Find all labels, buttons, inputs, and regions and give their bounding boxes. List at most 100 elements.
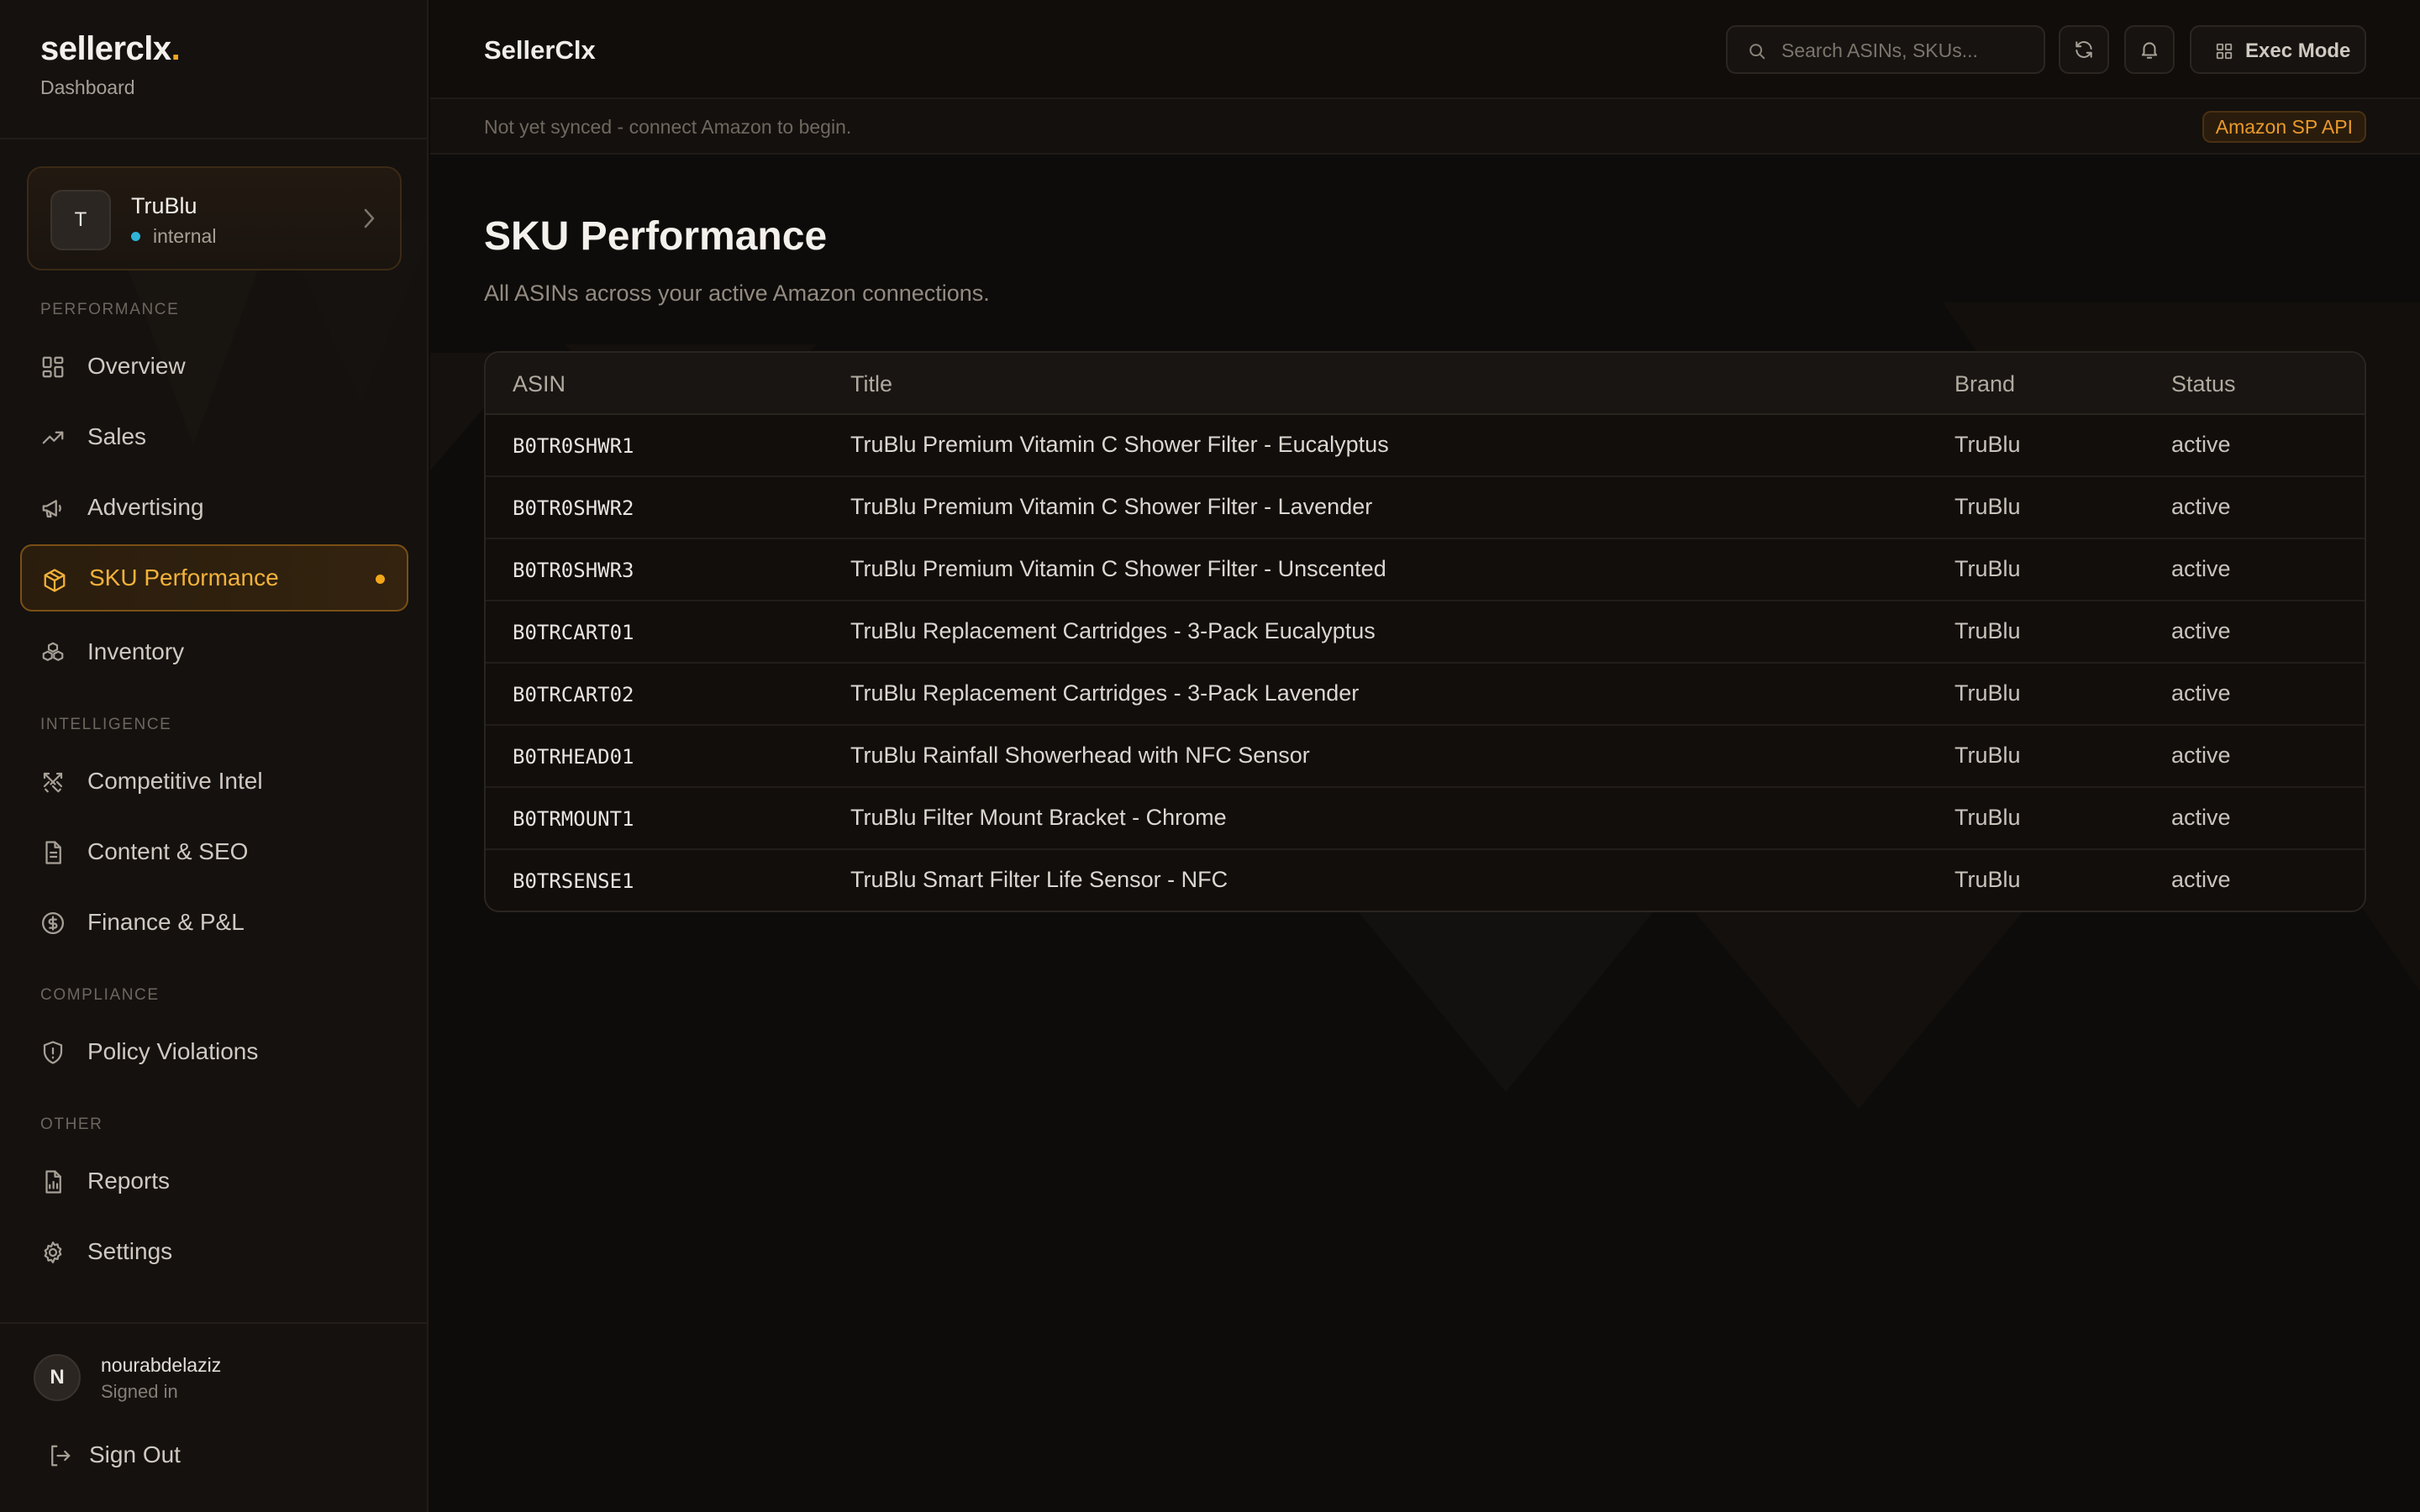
column-header-asin[interactable]: ASIN (513, 371, 566, 397)
org-status-label: internal (153, 225, 217, 247)
brand-logo: sellerclx. (40, 30, 181, 67)
chevron-right-icon (364, 208, 375, 228)
boxes-icon (42, 642, 64, 661)
cell-title: TruBlu Smart Filter Life Sensor - NFC (850, 867, 1228, 892)
cell-status: active (2171, 556, 2231, 581)
column-header-status[interactable]: Status (2171, 371, 2236, 397)
cell-title: TruBlu Rainfall Showerhead with NFC Sens… (850, 743, 1310, 768)
exec-mode-button[interactable]: Exec Mode (2190, 25, 2366, 74)
table-row[interactable]: B0TR0SHWR2 TruBlu Premium Vitamin C Show… (486, 477, 2365, 539)
cell-brand: TruBlu (1954, 680, 2021, 706)
sidebar-divider (0, 138, 427, 139)
table-row[interactable]: B0TR0SHWR3 TruBlu Premium Vitamin C Show… (486, 539, 2365, 601)
app-title: SellerClx (484, 35, 596, 65)
cell-brand: TruBlu (1954, 618, 2021, 643)
cell-status: active (2171, 680, 2231, 706)
cell-brand: TruBlu (1954, 743, 2021, 768)
sku-table: ASIN Title Brand Status B0TR0SHWR1 TruBl… (484, 351, 2366, 912)
cell-status: active (2171, 618, 2231, 643)
cell-brand: TruBlu (1954, 867, 2021, 892)
sidebar-item-content-seo[interactable]: Content & SEO (20, 818, 408, 885)
column-header-brand[interactable]: Brand (1954, 371, 2015, 397)
amazon-sp-api-badge[interactable]: Amazon SP API (2202, 111, 2366, 143)
shield-alert-icon (43, 1041, 63, 1064)
table-row[interactable]: B0TRCART02 TruBlu Replacement Cartridges… (486, 664, 2365, 726)
search-input[interactable] (1781, 34, 2033, 67)
notifications-button[interactable] (2124, 25, 2175, 74)
sidebar-item-reports[interactable]: Reports (20, 1147, 408, 1215)
sidebar-item-label: Finance & P&L (87, 909, 245, 935)
cell-brand: TruBlu (1954, 432, 2021, 457)
main-content: SellerClx Search ASINs, SKUs... Exec Mod… (430, 0, 2420, 1512)
cell-asin: B0TR0SHWR3 (513, 559, 634, 582)
sidebar-item-label: Sales (87, 423, 147, 449)
swords-icon (43, 772, 63, 793)
org-status: internal (131, 225, 216, 248)
sidebar-item-inventory[interactable]: Inventory (20, 618, 408, 685)
document-icon (45, 841, 61, 864)
sidebar-item-advertising[interactable]: Advertising (20, 474, 408, 541)
cell-status: active (2171, 743, 2231, 768)
gear-icon (44, 1242, 62, 1263)
sign-out-button[interactable]: Sign Out (40, 1435, 292, 1475)
sidebar-item-label: Competitive Intel (87, 768, 263, 794)
cell-title: TruBlu Premium Vitamin C Shower Filter -… (850, 432, 1389, 457)
sidebar-item-policy-violations[interactable]: Policy Violations (20, 1018, 408, 1085)
sidebar-item-competitive-intel[interactable]: Competitive Intel (20, 748, 408, 815)
cell-asin: B0TR0SHWR1 (513, 434, 634, 458)
exec-mode-label: Exec Mode (2245, 39, 2351, 62)
cell-title: TruBlu Premium Vitamin C Shower Filter -… (850, 494, 1373, 519)
sidebar-item-finance[interactable]: Finance & P&L (20, 889, 408, 956)
section-label-intelligence: INTELLIGENCE (40, 716, 172, 733)
sidebar-item-label: Advertising (87, 494, 204, 520)
cell-status: active (2171, 805, 2231, 830)
cell-asin: B0TRHEAD01 (513, 745, 634, 769)
dollar-circle-icon (42, 912, 64, 934)
report-icon (45, 1170, 61, 1194)
user-status: Signed in (101, 1381, 178, 1402)
table-row[interactable]: B0TRHEAD01 TruBlu Rainfall Showerhead wi… (486, 726, 2365, 788)
section-label-performance: PERFORMANCE (40, 301, 180, 318)
page-title: SKU Performance (484, 214, 828, 259)
cell-asin: B0TRMOUNT1 (513, 807, 634, 831)
layout-grid-icon (2216, 43, 2233, 60)
active-indicator-dot (376, 575, 385, 584)
table-row[interactable]: B0TRSENSE1 TruBlu Smart Filter Life Sens… (486, 850, 2365, 911)
table-header: ASIN Title Brand Status (486, 353, 2365, 415)
package-icon (44, 569, 66, 592)
cell-title: TruBlu Filter Mount Bracket - Chrome (850, 805, 1227, 830)
log-out-icon (51, 1445, 71, 1467)
brand[interactable]: sellerclx. Dashboard (40, 30, 181, 99)
sidebar-item-sales[interactable]: Sales (20, 403, 408, 470)
sidebar-item-label: Policy Violations (87, 1038, 259, 1064)
sidebar-item-overview[interactable]: Overview (20, 333, 408, 400)
grid-icon (42, 356, 64, 378)
status-dot-icon (131, 232, 140, 241)
sync-status-bar: Not yet synced - connect Amazon to begin… (430, 99, 2420, 155)
sidebar-item-label: Inventory (87, 638, 185, 664)
table-row[interactable]: B0TRMOUNT1 TruBlu Filter Mount Bracket -… (486, 788, 2365, 850)
org-switcher[interactable]: T TruBlu internal (27, 166, 402, 270)
refresh-button[interactable] (2059, 25, 2109, 74)
cell-title: TruBlu Premium Vitamin C Shower Filter -… (850, 556, 1386, 581)
bell-icon (2141, 42, 2158, 59)
cell-status: active (2171, 432, 2231, 457)
column-header-title[interactable]: Title (850, 371, 892, 397)
cell-brand: TruBlu (1954, 556, 2021, 581)
sidebar-item-settings[interactable]: Settings (20, 1218, 408, 1285)
cell-status: active (2171, 494, 2231, 519)
sidebar-divider (0, 1322, 427, 1324)
sidebar-item-sku-performance[interactable]: SKU Performance (20, 544, 408, 612)
sync-message: Not yet synced - connect Amazon to begin… (484, 116, 852, 138)
search-box[interactable] (1726, 25, 2045, 74)
section-label-other: OTHER (40, 1116, 103, 1133)
search-icon (1749, 44, 1765, 60)
table-row[interactable]: B0TRCART01 TruBlu Replacement Cartridges… (486, 601, 2365, 664)
cell-asin: B0TRCART02 (513, 683, 634, 706)
table-row[interactable]: B0TR0SHWR1 TruBlu Premium Vitamin C Show… (486, 415, 2365, 477)
sidebar-item-label: Content & SEO (87, 838, 249, 864)
brand-subtitle: Dashboard (40, 76, 135, 98)
org-name: TruBlu (131, 193, 197, 218)
sidebar-item-label: Overview (87, 353, 186, 379)
cell-asin: B0TRSENSE1 (513, 869, 634, 893)
